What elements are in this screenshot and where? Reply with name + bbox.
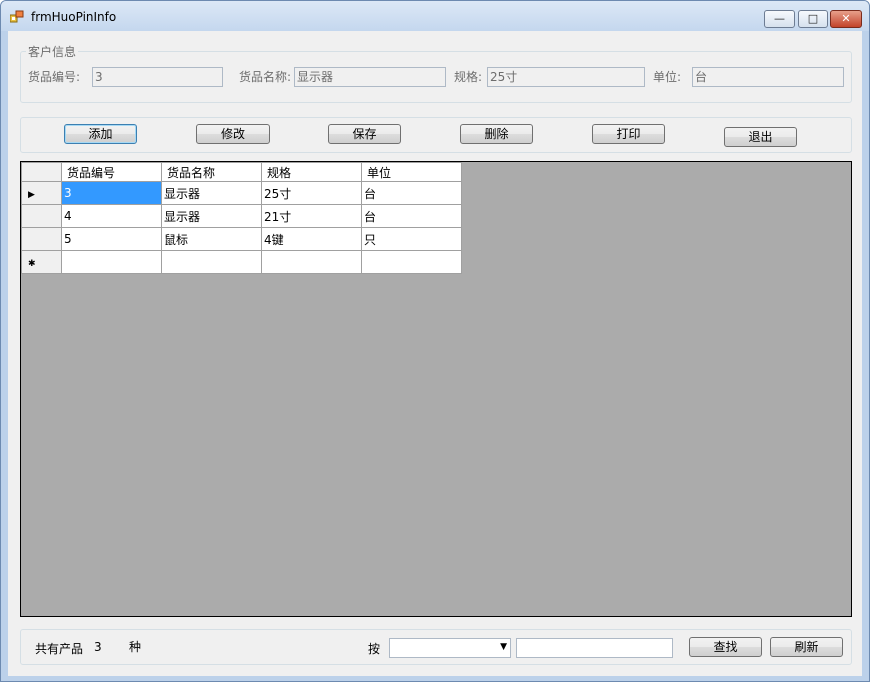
grid-cell[interactable] bbox=[361, 250, 462, 274]
exit-button[interactable]: 退出 bbox=[724, 127, 797, 147]
grid-cell[interactable] bbox=[261, 250, 362, 274]
column-header-spec[interactable]: 规格 bbox=[261, 162, 362, 182]
close-button[interactable]: ✕ bbox=[830, 10, 862, 28]
footer-group: 共有产品 3 种 按 ▼ 查找 刷新 bbox=[20, 629, 852, 665]
grid-cell[interactable]: 显示器 bbox=[161, 204, 262, 228]
total-count: 3 bbox=[94, 640, 102, 654]
product-grid[interactable]: 货品编号 货品名称 规格 单位 ▶ 3 显示器 25寸 台 4 显示器 21寸 bbox=[20, 161, 852, 617]
product-name-field[interactable]: 显示器 bbox=[294, 67, 446, 87]
count-unit-label: 种 bbox=[129, 640, 142, 654]
table-row[interactable]: 4 显示器 21寸 台 bbox=[21, 204, 462, 228]
grid-cell[interactable] bbox=[61, 250, 162, 274]
new-row[interactable]: ✱ bbox=[21, 250, 462, 274]
column-header-unit[interactable]: 单位 bbox=[361, 162, 462, 182]
edit-button[interactable]: 修改 bbox=[196, 124, 270, 144]
grid-cell[interactable]: 只 bbox=[361, 227, 462, 251]
grid-cell[interactable]: 显示器 bbox=[161, 181, 262, 205]
customer-info-title: 客户信息 bbox=[26, 43, 79, 60]
grid-cell[interactable]: 3 bbox=[61, 181, 162, 205]
save-button[interactable]: 保存 bbox=[328, 124, 401, 144]
grid-cell[interactable]: 21寸 bbox=[261, 204, 362, 228]
grid-cell[interactable]: 鼠标 bbox=[161, 227, 262, 251]
product-id-label: 货品编号: bbox=[28, 70, 81, 84]
grid-cell[interactable]: 台 bbox=[361, 181, 462, 205]
spec-field[interactable]: 25寸 bbox=[487, 67, 645, 87]
app-icon bbox=[10, 10, 24, 23]
form-client-area: 客户信息 货品编号: 3 货品名称: 显示器 规格: 25寸 单位: 台 添加 … bbox=[8, 31, 862, 676]
table-row[interactable]: ▶ 3 显示器 25寸 台 bbox=[21, 181, 462, 205]
column-header-product-id[interactable]: 货品编号 bbox=[61, 162, 162, 182]
maximize-button[interactable]: □ bbox=[798, 10, 828, 28]
new-row-icon: ✱ bbox=[28, 259, 36, 269]
grid-header-row: 货品编号 货品名称 规格 单位 bbox=[21, 162, 462, 182]
row-header[interactable] bbox=[21, 204, 62, 228]
total-products-label: 共有产品 bbox=[35, 642, 84, 656]
product-table: 货品编号 货品名称 规格 单位 ▶ 3 显示器 25寸 台 4 显示器 21寸 bbox=[21, 162, 462, 274]
add-button[interactable]: 添加 bbox=[64, 124, 137, 144]
toolbar-group: 添加 修改 保存 删除 打印 退出 bbox=[20, 117, 852, 153]
search-field-select[interactable]: ▼ bbox=[389, 638, 511, 658]
grid-cell[interactable]: 25寸 bbox=[261, 181, 362, 205]
spec-label: 规格: bbox=[454, 70, 483, 84]
grid-cell[interactable]: 5 bbox=[61, 227, 162, 251]
row-header[interactable]: ▶ bbox=[21, 181, 62, 205]
grid-corner[interactable] bbox=[21, 162, 62, 182]
product-name-label: 货品名称: bbox=[239, 70, 292, 84]
minimize-icon: — bbox=[774, 12, 785, 25]
print-button[interactable]: 打印 bbox=[592, 124, 665, 144]
chevron-down-icon[interactable]: ▼ bbox=[500, 642, 507, 652]
search-input[interactable] bbox=[516, 638, 673, 658]
product-id-field[interactable]: 3 bbox=[92, 67, 223, 87]
close-icon: ✕ bbox=[841, 12, 851, 25]
find-button[interactable]: 查找 bbox=[689, 637, 762, 657]
grid-cell[interactable]: 台 bbox=[361, 204, 462, 228]
customer-info-group: 客户信息 货品编号: 3 货品名称: 显示器 规格: 25寸 单位: 台 bbox=[20, 43, 852, 103]
title-bar[interactable]: frmHuoPinInfo — □ ✕ bbox=[1, 1, 869, 31]
grid-cell[interactable] bbox=[161, 250, 262, 274]
grid-cell[interactable]: 4 bbox=[61, 204, 162, 228]
row-header[interactable]: ✱ bbox=[21, 250, 62, 274]
search-by-label: 按 bbox=[368, 642, 381, 656]
maximize-icon: □ bbox=[807, 12, 819, 25]
row-header[interactable] bbox=[21, 227, 62, 251]
column-header-product-name[interactable]: 货品名称 bbox=[161, 162, 262, 182]
unit-label: 单位: bbox=[653, 70, 682, 84]
refresh-button[interactable]: 刷新 bbox=[770, 637, 843, 657]
main-window: frmHuoPinInfo — □ ✕ 客户信息 货品编号: 3 货品名称: 显… bbox=[0, 0, 870, 682]
grid-cell[interactable]: 4键 bbox=[261, 227, 362, 251]
table-row[interactable]: 5 鼠标 4键 只 bbox=[21, 227, 462, 251]
current-row-icon: ▶ bbox=[28, 190, 35, 200]
delete-button[interactable]: 删除 bbox=[460, 124, 533, 144]
window-title: frmHuoPinInfo bbox=[31, 10, 117, 24]
minimize-button[interactable]: — bbox=[764, 10, 795, 28]
unit-field[interactable]: 台 bbox=[692, 67, 844, 87]
